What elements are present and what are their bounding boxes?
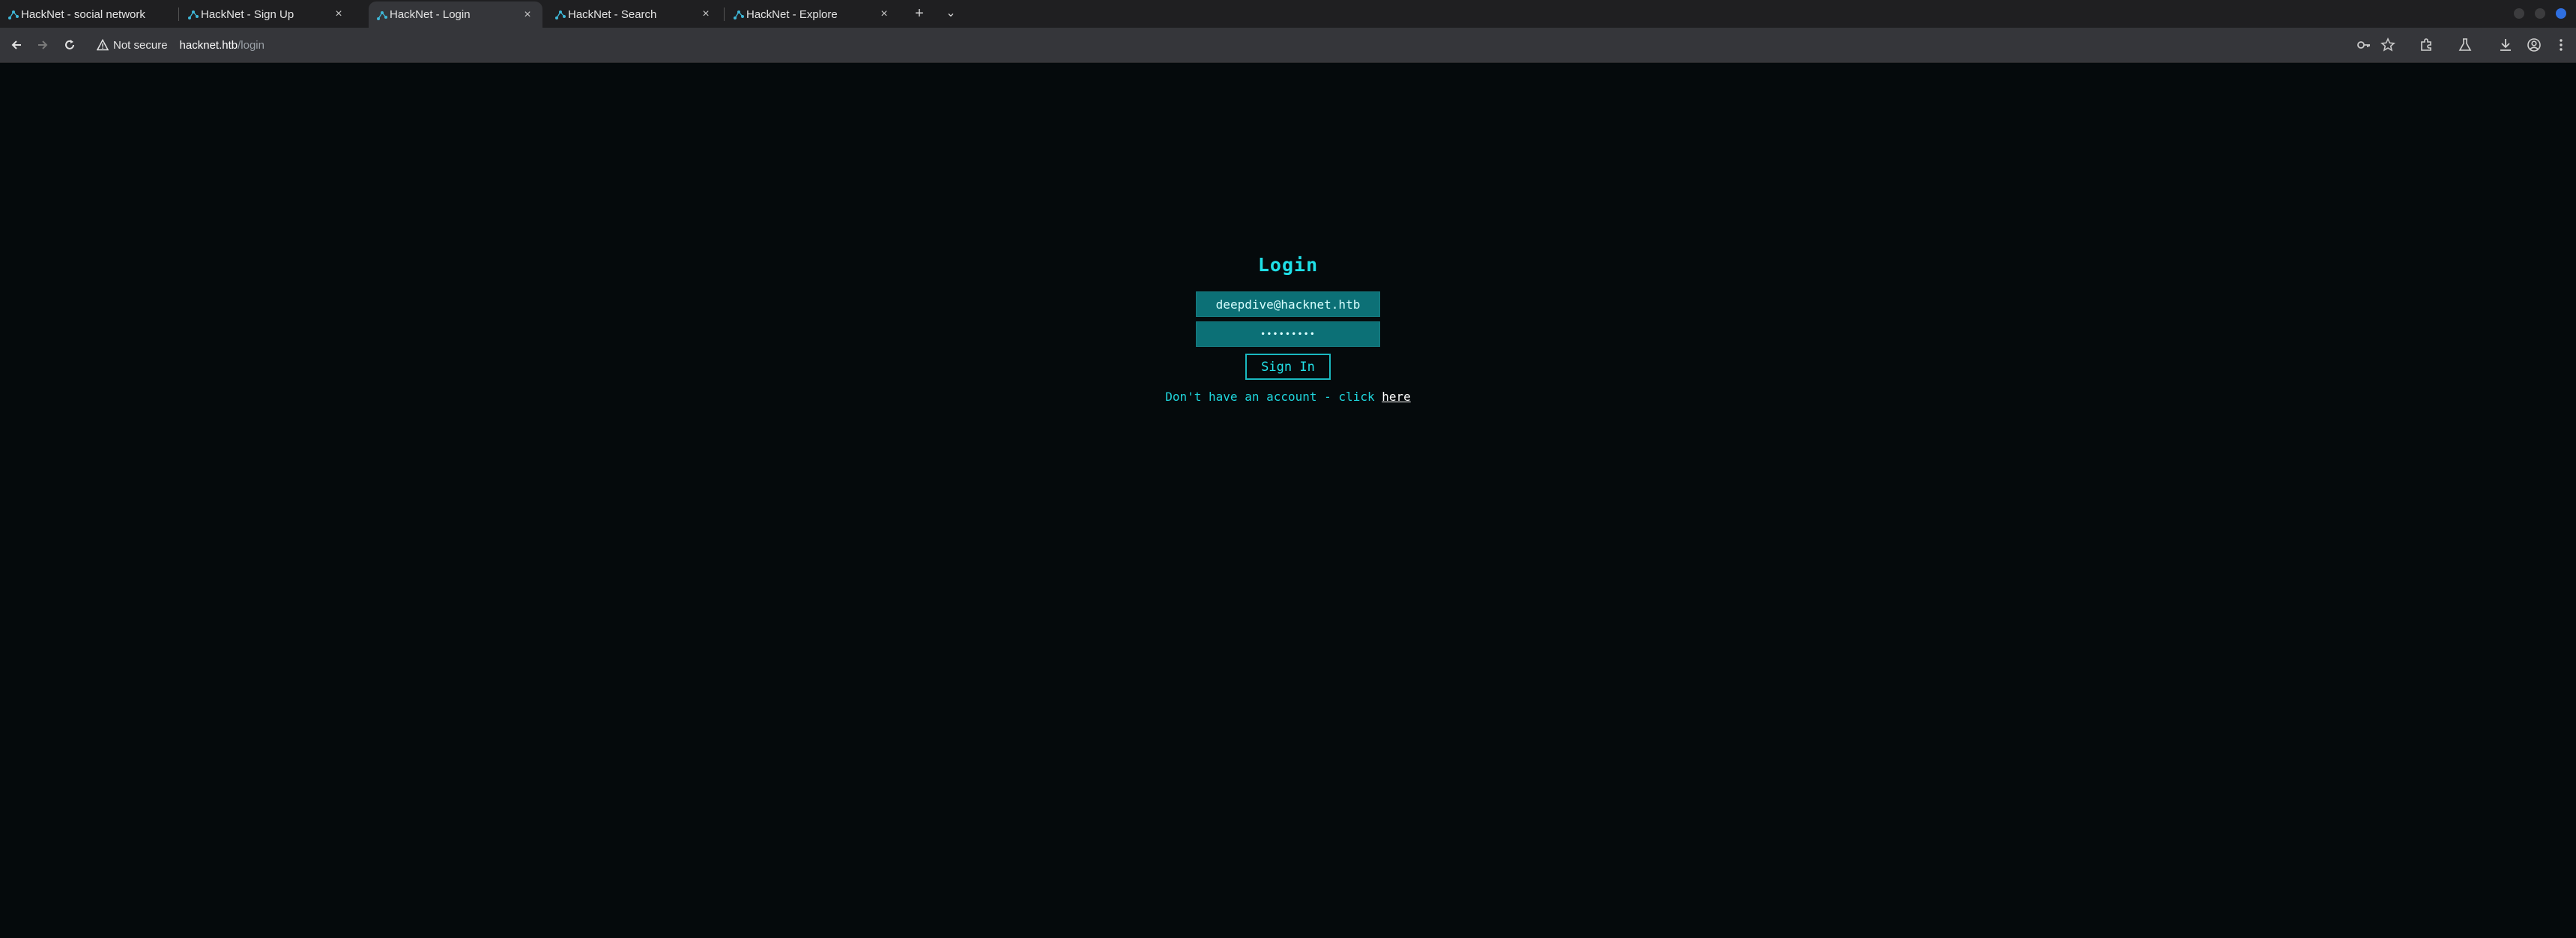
close-icon[interactable]: × bbox=[331, 7, 346, 22]
arrow-left-icon bbox=[11, 40, 21, 49]
puzzle-icon bbox=[2421, 38, 2431, 51]
kebab-menu-icon bbox=[2560, 39, 2563, 51]
signup-prompt-text: Don't have an account - click bbox=[1165, 390, 1382, 404]
tab-sign-up[interactable]: HackNet - Sign Up × bbox=[180, 3, 354, 25]
tab-login[interactable]: HackNet - Login × bbox=[369, 1, 542, 28]
hacknet-graph-icon bbox=[555, 10, 566, 19]
hacknet-graph-icon bbox=[188, 10, 199, 19]
profile-button[interactable] bbox=[2525, 36, 2543, 54]
close-window-button[interactable] bbox=[2556, 8, 2566, 19]
tab-label: HackNet - Explore bbox=[746, 7, 838, 21]
tab-label: HackNet - Login bbox=[390, 8, 471, 21]
download-icon bbox=[2500, 39, 2511, 51]
hacknet-graph-icon bbox=[8, 10, 19, 19]
forward-button[interactable] bbox=[33, 35, 52, 55]
tab-social-network[interactable]: HackNet - social network bbox=[0, 3, 174, 25]
tab-strip: HackNet - social network HackNet - Sign … bbox=[0, 0, 2576, 28]
tab-label: HackNet - social network bbox=[21, 7, 145, 21]
password-field[interactable] bbox=[1196, 321, 1380, 347]
url-path: /login bbox=[238, 38, 264, 52]
warning-triangle-icon bbox=[97, 39, 109, 51]
minimize-button[interactable] bbox=[2514, 8, 2524, 19]
page-title: Login bbox=[1257, 254, 1319, 276]
browser-toolbar: Not secure hacknet.htb/login bbox=[0, 28, 2576, 63]
hacknet-graph-icon bbox=[377, 10, 387, 20]
password-key-button[interactable] bbox=[2355, 36, 2373, 54]
flask-icon bbox=[2458, 38, 2472, 51]
sign-in-button[interactable]: Sign In bbox=[1245, 354, 1331, 380]
labs-button[interactable] bbox=[2456, 36, 2474, 54]
back-button[interactable] bbox=[7, 35, 26, 55]
browser-window: HackNet - social network HackNet - Sign … bbox=[0, 0, 2576, 938]
security-label: Not secure bbox=[113, 38, 168, 52]
profile-icon bbox=[2527, 38, 2541, 52]
address-bar[interactable]: Not secure hacknet.htb/login bbox=[86, 32, 2390, 58]
tab-separator bbox=[724, 7, 725, 21]
key-icon bbox=[2357, 41, 2370, 49]
tab-label: HackNet - Search bbox=[568, 7, 657, 21]
security-chip[interactable]: Not secure bbox=[97, 39, 168, 52]
hacknet-graph-icon bbox=[734, 10, 744, 19]
signup-prompt: Don't have an account - click here bbox=[0, 390, 2576, 404]
close-icon[interactable]: × bbox=[698, 7, 713, 22]
reload-button[interactable] bbox=[60, 35, 79, 55]
star-icon bbox=[2380, 37, 2395, 52]
email-field[interactable] bbox=[1196, 291, 1380, 317]
close-icon[interactable]: × bbox=[520, 7, 535, 22]
extensions-button[interactable] bbox=[2417, 36, 2435, 54]
downloads-button[interactable] bbox=[2497, 36, 2515, 54]
close-icon[interactable]: × bbox=[877, 7, 892, 22]
tab-search-button[interactable]: ⌄ bbox=[942, 4, 960, 22]
new-tab-button[interactable]: + bbox=[910, 4, 928, 22]
browser-menu-button[interactable] bbox=[2552, 36, 2570, 54]
tab-explore[interactable]: HackNet - Explore × bbox=[725, 3, 899, 25]
page-viewport: Login Sign In Don't have an account - cl… bbox=[0, 63, 2576, 938]
signup-link[interactable]: here bbox=[1382, 390, 1411, 404]
tab-separator bbox=[178, 7, 179, 21]
tab-label: HackNet - Sign Up bbox=[201, 7, 294, 21]
maximize-button[interactable] bbox=[2535, 8, 2545, 19]
tab-search[interactable]: HackNet - Search × bbox=[547, 3, 721, 25]
arrow-right-icon bbox=[38, 40, 48, 49]
url-text: hacknet.htb/login bbox=[180, 39, 264, 52]
reload-icon bbox=[65, 40, 74, 49]
url-host: hacknet.htb bbox=[179, 38, 238, 52]
bookmark-button[interactable] bbox=[2379, 36, 2397, 54]
